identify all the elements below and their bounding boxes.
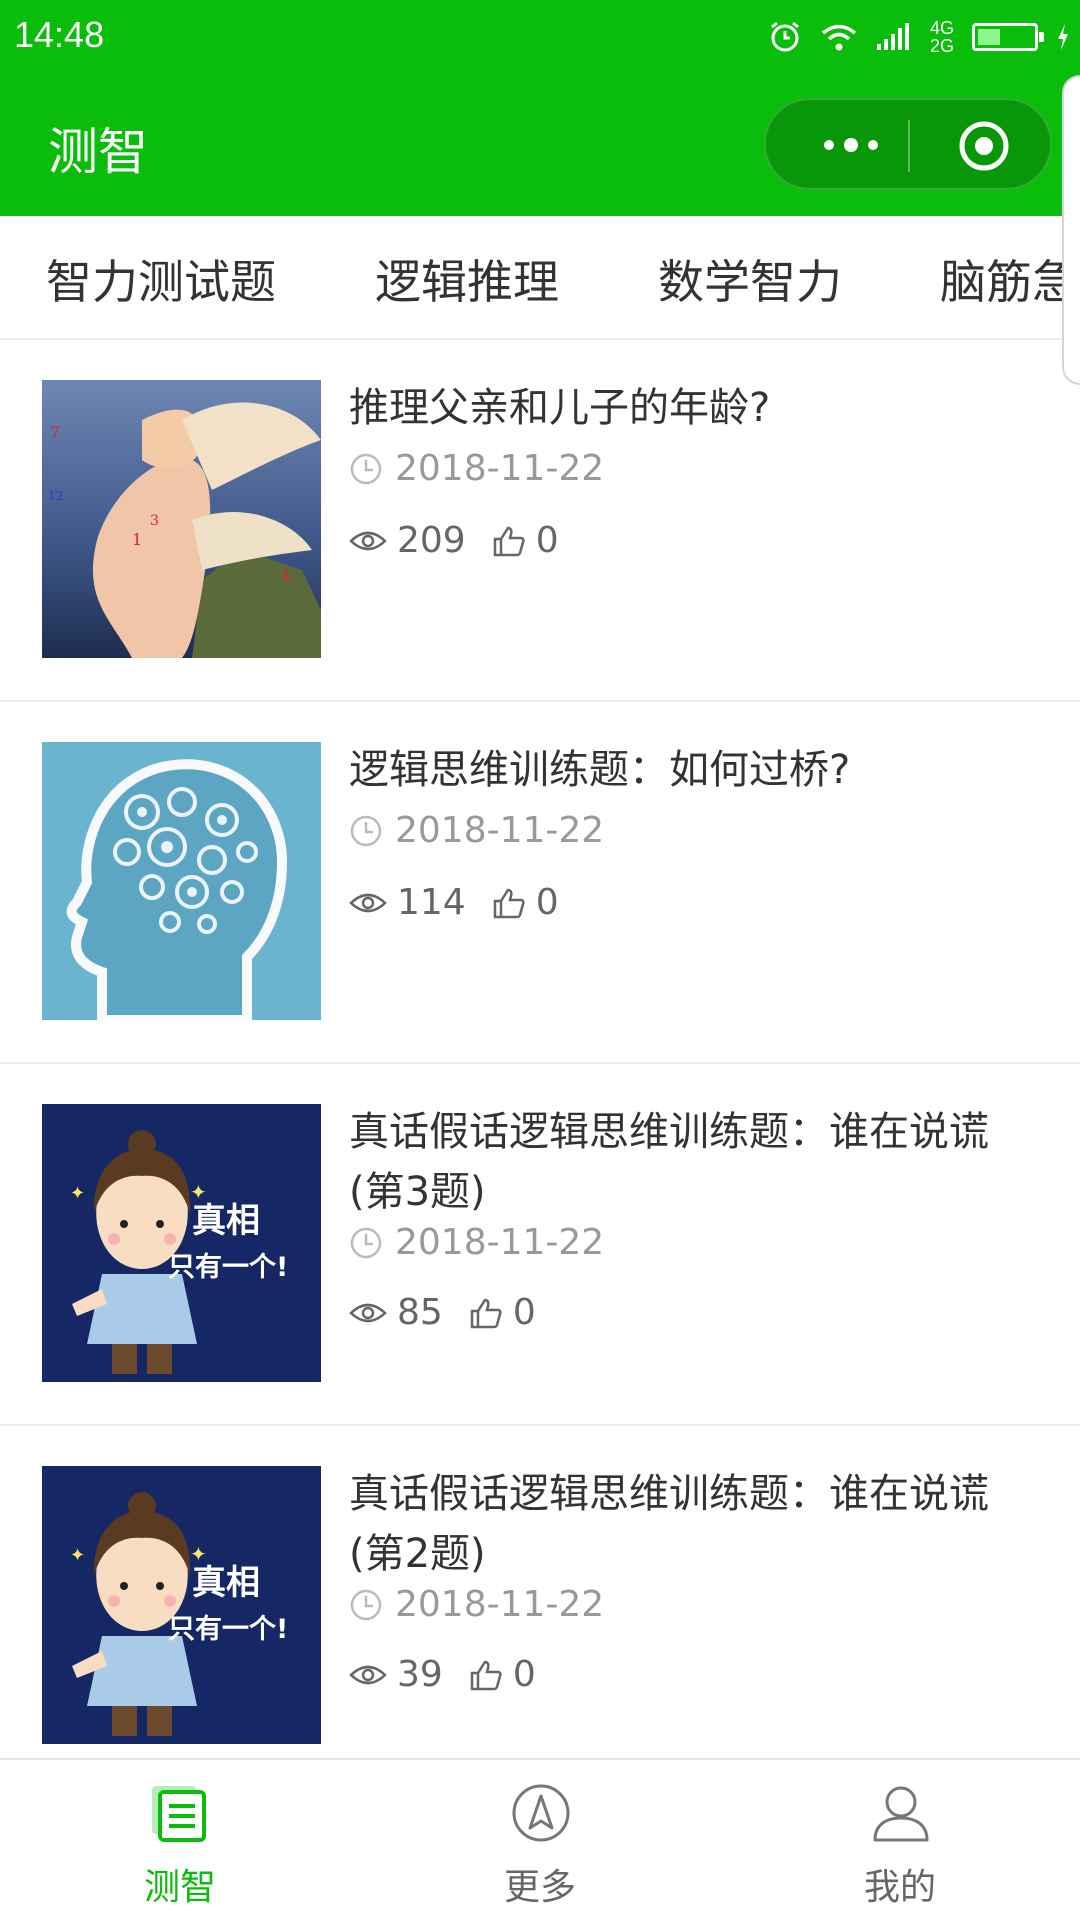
svg-text:3: 3	[150, 513, 159, 529]
tab-intelligence-test[interactable]: 智力测试题	[46, 246, 276, 312]
wifi-icon	[821, 24, 857, 51]
article-stats: 85 0	[349, 1292, 536, 1333]
app-header: 14:48 4G 2G 测智	[0, 0, 1080, 216]
nav-item-home[interactable]: 测智	[0, 1760, 360, 1922]
clock-icon	[350, 815, 382, 846]
tab-math-intelligence[interactable]: 数学智力	[658, 246, 842, 312]
page-title: 测智	[48, 123, 148, 181]
compass-icon	[512, 1784, 570, 1842]
view-count: 209	[397, 520, 466, 561]
svg-text:✦: ✦	[70, 1545, 85, 1566]
like-count: 0	[512, 1654, 536, 1695]
article-stats: 114 0	[349, 882, 559, 923]
like-count: 0	[535, 520, 559, 561]
network-top-label: 4G	[929, 18, 954, 38]
thumbs-up-icon[interactable]	[469, 1659, 503, 1691]
category-tabs: 智力测试题 逻辑推理 数学智力 脑筋急	[0, 216, 1080, 340]
thumbs-up-icon[interactable]	[492, 525, 526, 557]
svg-text:4: 4	[282, 568, 291, 584]
charging-icon	[1058, 24, 1068, 50]
article-title: 真话假话逻辑思维训练题：谁在说谎(第2题)	[349, 1471, 989, 1577]
thumb-text-truth: 真相	[192, 1563, 260, 1603]
nav-item-profile[interactable]: 我的	[720, 1760, 1080, 1922]
svg-text:7: 7	[50, 423, 60, 442]
network-type: 4G 2G	[930, 19, 954, 55]
close-target-icon[interactable]	[954, 116, 1014, 176]
tab-logic-reasoning[interactable]: 逻辑推理	[375, 246, 559, 312]
battery-level	[978, 29, 1000, 45]
article-list: 7 12 1 3 4 推理父亲和儿子的年龄? 2018-11-22 209 0	[0, 340, 1080, 1788]
clock-icon	[350, 1589, 382, 1620]
nav-item-more[interactable]: 更多	[360, 1760, 720, 1922]
list-item[interactable]: ✦ ✦ 真相 只有一个! 真话假话逻辑思维训练题：谁在说谎(第3题) 2018-…	[0, 1064, 1080, 1426]
article-stats: 209 0	[349, 520, 559, 561]
view-count: 85	[397, 1292, 443, 1333]
svg-text:1: 1	[132, 530, 142, 549]
article-date: 2018-11-22	[395, 448, 605, 489]
battery-icon	[972, 23, 1044, 51]
article-date-row: 2018-11-22	[349, 810, 604, 851]
list-item[interactable]: 逻辑思维训练题：如何过桥? 2018-11-22 114 0	[0, 702, 1080, 1064]
article-thumbnail	[42, 742, 321, 1020]
list-item[interactable]: 7 12 1 3 4 推理父亲和儿子的年龄? 2018-11-22 209 0	[0, 340, 1080, 702]
thumb-text-only-one: 只有一个!	[168, 1614, 288, 1645]
status-time: 14:48	[14, 14, 105, 55]
article-thumbnail: ✦ ✦ 真相 只有一个!	[42, 1466, 321, 1744]
eye-icon	[349, 1303, 387, 1322]
nav-label-profile: 我的	[863, 1867, 936, 1908]
alarm-icon	[771, 21, 799, 52]
network-bottom-label: 2G	[929, 36, 954, 56]
article-title: 真话假话逻辑思维训练题：谁在说谎(第3题)	[349, 1109, 989, 1215]
eye-icon	[349, 531, 387, 550]
thumb-text-truth: 真相	[192, 1201, 260, 1241]
tab-brain-teaser[interactable]: 脑筋急	[940, 246, 1078, 312]
thumbs-up-icon[interactable]	[469, 1297, 503, 1329]
list-icon	[152, 1786, 206, 1842]
view-count: 39	[397, 1654, 443, 1695]
view-count: 114	[397, 882, 466, 923]
svg-text:✦: ✦	[70, 1183, 85, 1204]
like-count: 0	[512, 1292, 536, 1333]
user-icon	[873, 1786, 929, 1842]
miniprogram-capsule	[764, 98, 1052, 190]
eye-icon	[349, 1665, 387, 1684]
article-title: 逻辑思维训练题：如何过桥?	[349, 747, 851, 793]
article-thumbnail: 7 12 1 3 4	[42, 380, 321, 658]
bottom-tab-bar: 测智 更多 我的	[0, 1758, 1080, 1922]
status-icons: 4G 2G	[768, 12, 1070, 62]
more-options-button[interactable]	[802, 116, 900, 174]
article-thumbnail: ✦ ✦ 真相 只有一个!	[42, 1104, 321, 1382]
article-date-row: 2018-11-22	[349, 1222, 604, 1263]
article-date-row: 2018-11-22	[349, 448, 604, 489]
thumb-text-only-one: 只有一个!	[168, 1252, 288, 1283]
thumbs-up-icon[interactable]	[492, 887, 526, 919]
nav-label-more: 更多	[503, 1867, 576, 1908]
article-stats: 39 0	[349, 1654, 536, 1695]
signal-icon	[876, 23, 909, 50]
article-date: 2018-11-22	[395, 810, 605, 851]
svg-text:12: 12	[48, 489, 63, 503]
article-date: 2018-11-22	[395, 1222, 605, 1263]
clock-icon	[350, 1227, 382, 1258]
nav-label-home: 测智	[143, 1867, 216, 1908]
side-drawer-handle[interactable]	[1062, 75, 1080, 385]
list-item[interactable]: ✦ ✦ 真相 只有一个! 真话假话逻辑思维训练题：谁在说谎(第2题) 2018-…	[0, 1426, 1080, 1788]
capsule-divider	[908, 120, 910, 172]
article-date-row: 2018-11-22	[349, 1584, 604, 1625]
article-title: 推理父亲和儿子的年龄?	[349, 385, 771, 431]
article-date: 2018-11-22	[395, 1584, 605, 1625]
like-count: 0	[535, 882, 559, 923]
eye-icon	[349, 893, 387, 912]
clock-icon	[350, 453, 382, 484]
